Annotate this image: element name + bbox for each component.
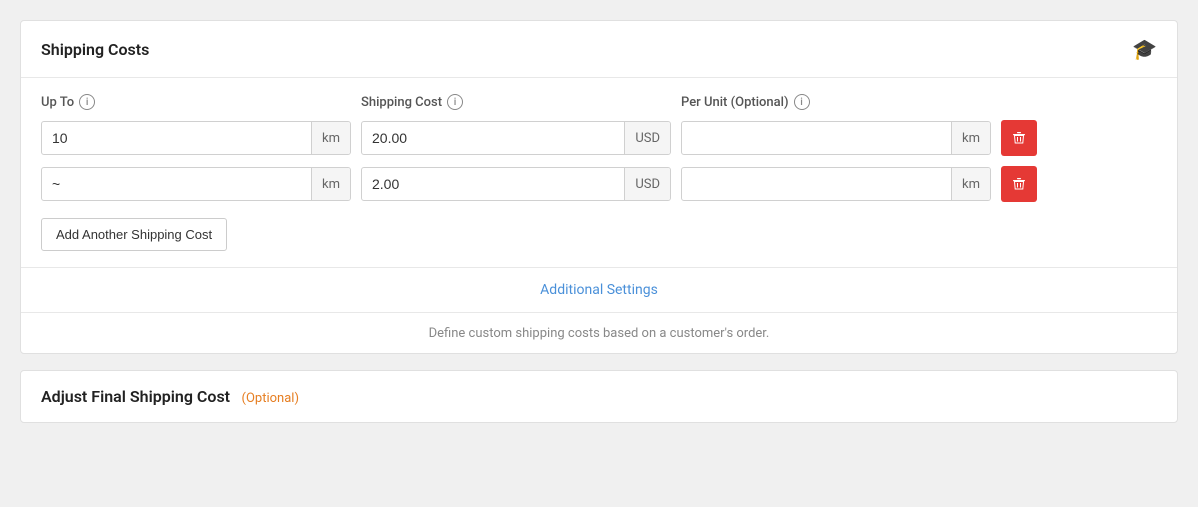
shipping-row-2: km USD km — [41, 166, 1157, 202]
row2-up-to-suffix: km — [311, 168, 350, 200]
trash-icon — [1012, 131, 1026, 145]
shipping-cost-info-icon[interactable]: i — [447, 94, 463, 110]
adjust-optional-label: (Optional) — [242, 391, 299, 406]
row1-per-unit-input[interactable] — [682, 122, 951, 154]
description-text: Define custom shipping costs based on a … — [429, 326, 770, 341]
adjust-final-shipping-card: Adjust Final Shipping Cost (Optional) — [20, 370, 1178, 423]
description-section: Define custom shipping costs based on a … — [21, 312, 1177, 353]
col-header-shipping-cost: Shipping Cost i — [361, 94, 671, 110]
row1-up-to-input[interactable] — [42, 122, 311, 154]
row2-shipping-cost-input-group: USD — [361, 167, 671, 201]
col-header-up-to: Up To i — [41, 94, 351, 110]
column-headers: Up To i Shipping Cost i Per Unit (Option… — [41, 94, 1157, 110]
trash-icon-2 — [1012, 177, 1026, 191]
row2-per-unit-input[interactable] — [682, 168, 951, 200]
row2-up-to-input-group: km — [41, 167, 351, 201]
adjust-title-group: Adjust Final Shipping Cost (Optional) — [41, 387, 299, 406]
row1-shipping-cost-input-group: USD — [361, 121, 671, 155]
row1-delete-button[interactable] — [1001, 120, 1037, 156]
shipping-row-1: km USD km — [41, 120, 1157, 156]
col-header-per-unit: Per Unit (Optional) i — [681, 94, 991, 110]
row1-up-to-input-group: km — [41, 121, 351, 155]
additional-settings-section: Additional Settings — [21, 267, 1177, 312]
up-to-info-icon[interactable]: i — [79, 94, 95, 110]
row1-shipping-cost-input[interactable] — [362, 122, 624, 154]
row1-shipping-cost-suffix: USD — [624, 122, 670, 154]
shipping-costs-header: Shipping Costs 🎓 — [21, 21, 1177, 78]
row1-per-unit-input-group: km — [681, 121, 991, 155]
row2-up-to-input[interactable] — [42, 168, 311, 200]
add-shipping-cost-button[interactable]: Add Another Shipping Cost — [41, 218, 227, 251]
col-shipping-cost-label: Shipping Cost — [361, 95, 442, 110]
col-up-to-label: Up To — [41, 95, 74, 110]
shipping-costs-title: Shipping Costs — [41, 40, 149, 59]
col-per-unit-label: Per Unit (Optional) — [681, 95, 789, 110]
row1-per-unit-suffix: km — [951, 122, 990, 154]
row2-delete-button[interactable] — [1001, 166, 1037, 202]
row2-shipping-cost-suffix: USD — [624, 168, 670, 200]
row2-shipping-cost-input[interactable] — [362, 168, 624, 200]
per-unit-info-icon[interactable]: i — [794, 94, 810, 110]
row2-per-unit-input-group: km — [681, 167, 991, 201]
row1-up-to-suffix: km — [311, 122, 350, 154]
additional-settings-link[interactable]: Additional Settings — [540, 282, 658, 298]
shipping-costs-card: Shipping Costs 🎓 Up To i Shipping Cost i… — [20, 20, 1178, 354]
adjust-final-shipping-title: Adjust Final Shipping Cost — [41, 387, 230, 406]
shipping-costs-body: Up To i Shipping Cost i Per Unit (Option… — [21, 78, 1177, 267]
row2-per-unit-suffix: km — [951, 168, 990, 200]
adjust-final-shipping-header: Adjust Final Shipping Cost (Optional) — [21, 371, 1177, 422]
grad-icon: 🎓 — [1132, 37, 1157, 61]
